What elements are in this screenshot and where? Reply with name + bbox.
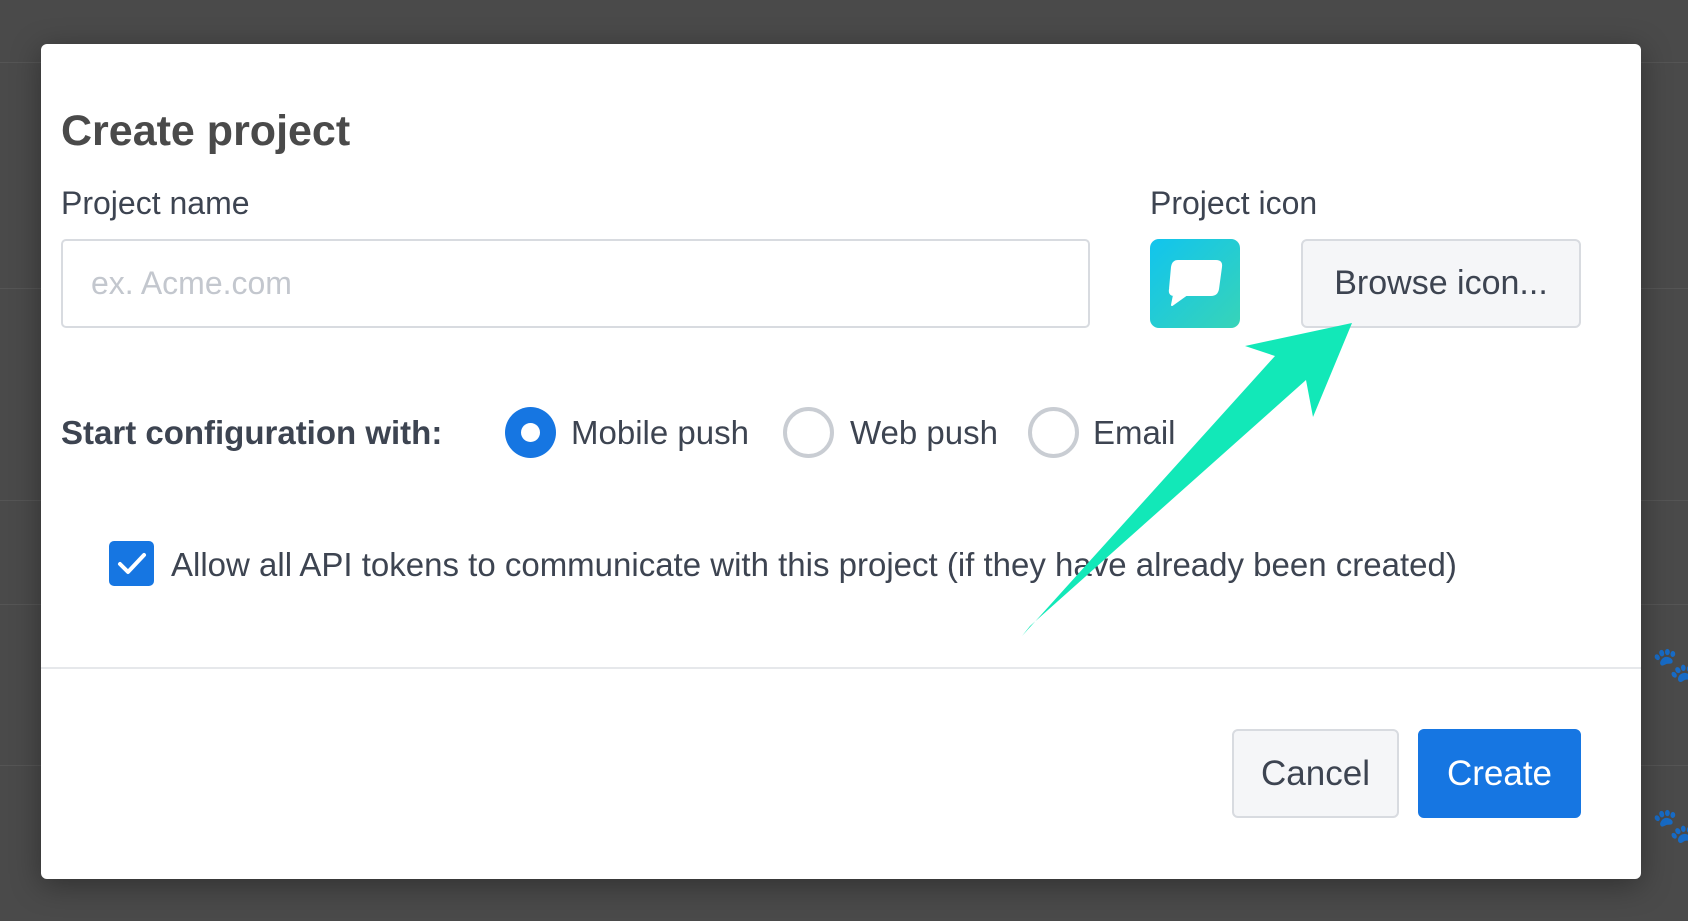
radio-label-email[interactable]: Email [1093,413,1176,453]
start-configuration-label: Start configuration with: [61,414,443,451]
radio-label-mobile-push[interactable]: Mobile push [571,413,749,453]
baidu-paw-icon: 🐾 [1652,646,1688,684]
create-project-dialog [41,44,1641,879]
footer-divider [41,667,1641,669]
project-icon-preview [1150,239,1240,328]
project-icon-label: Project icon [1150,185,1318,221]
radio-mobile-push[interactable] [505,407,556,458]
project-name-label: Project name [61,185,250,221]
project-name-input[interactable] [61,239,1090,328]
radio-label-web-push[interactable]: Web push [850,413,998,453]
chat-bubble-icon [1168,260,1223,306]
checkmark-icon [118,553,146,574]
cancel-button[interactable]: Cancel [1232,729,1399,818]
radio-web-push[interactable] [783,407,834,458]
browse-icon-button[interactable]: Browse icon... [1301,239,1581,328]
api-tokens-checkbox[interactable] [109,541,154,586]
baidu-paw-icon: 🐾 [1652,807,1688,845]
radio-email[interactable] [1028,407,1079,458]
dialog-title: Create project [61,107,351,155]
api-tokens-label: Allow all API tokens to communicate with… [171,546,1457,583]
create-button[interactable]: Create [1418,729,1581,818]
